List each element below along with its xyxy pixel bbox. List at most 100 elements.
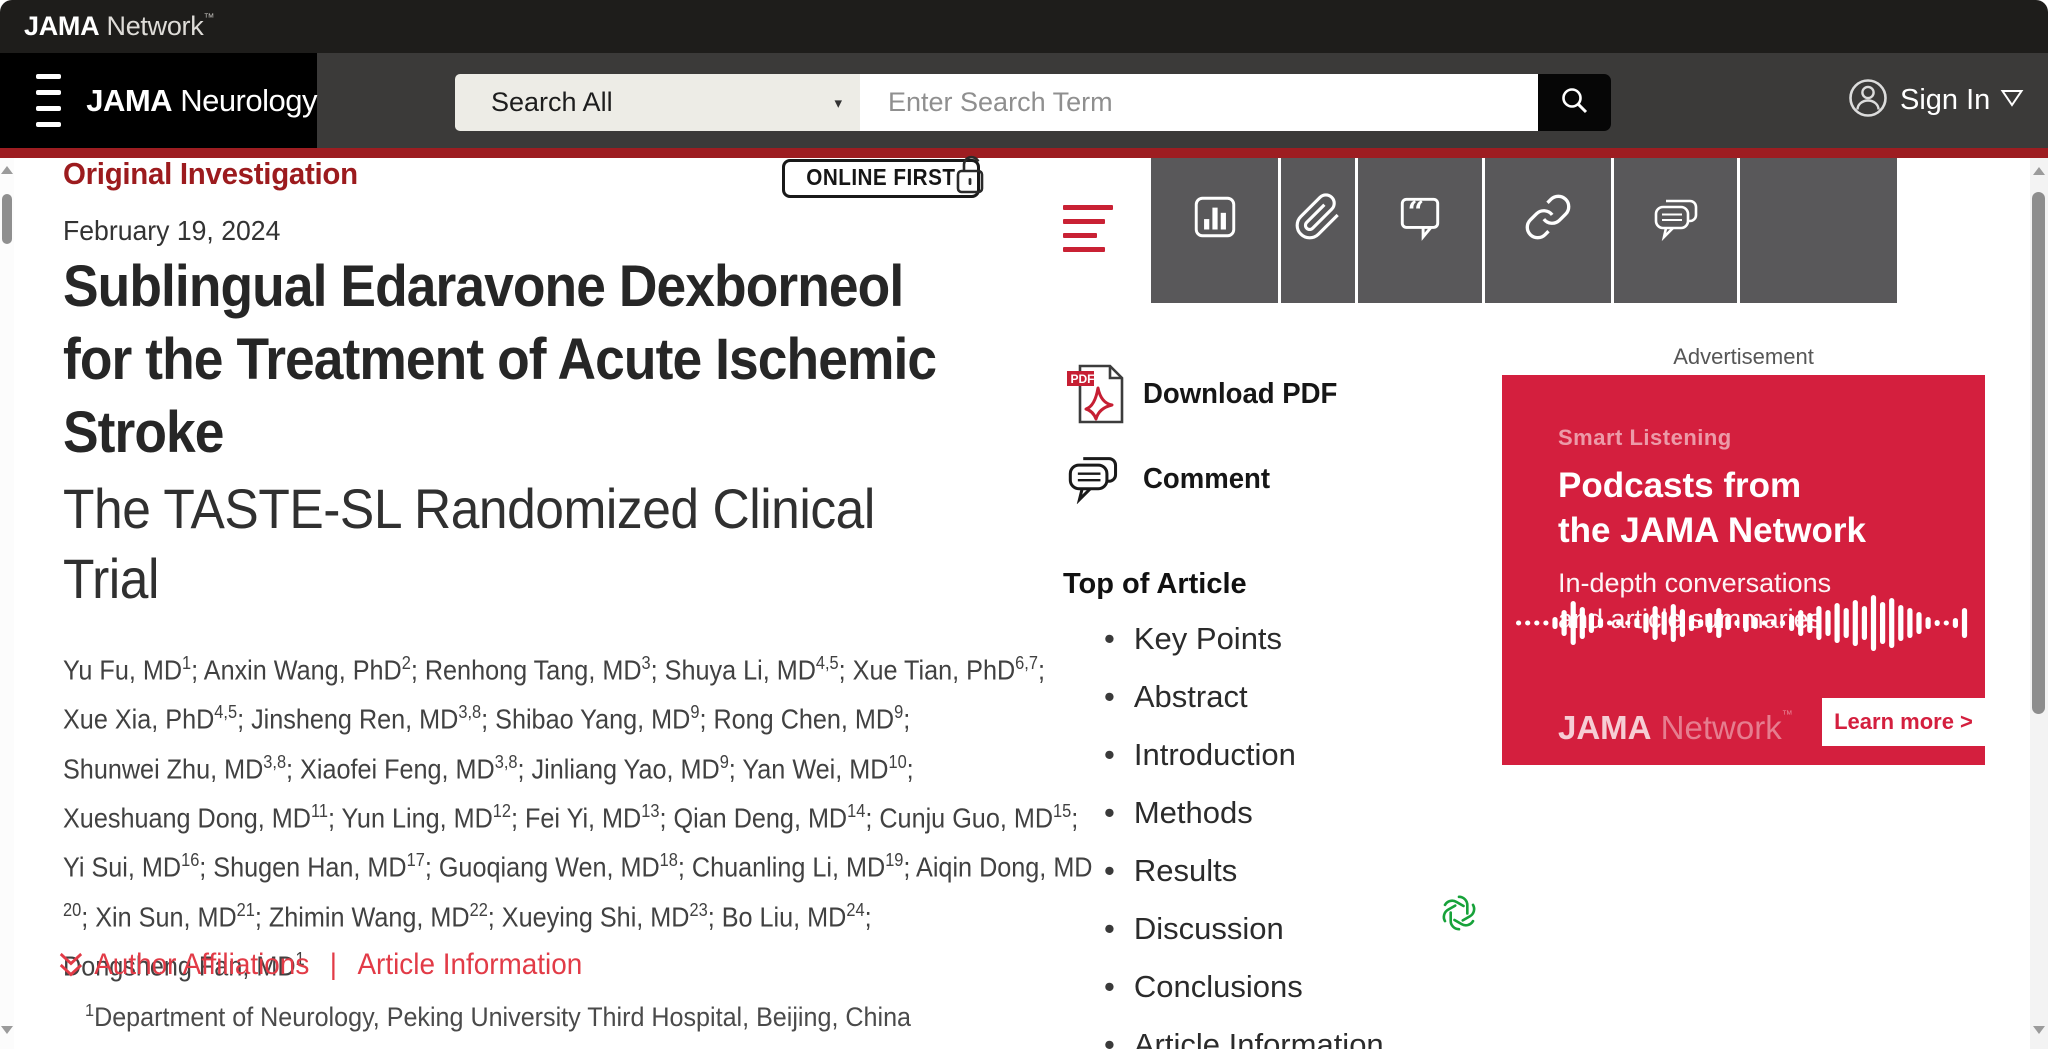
ad-brand-logo: JAMA Network™ xyxy=(1558,709,1793,747)
brand-tm: ™ xyxy=(203,12,214,24)
journal-header: JAMA Neurology xyxy=(0,53,317,148)
ad-title: Podcasts from the JAMA Network xyxy=(1558,463,1866,553)
ad-eyebrow: Smart Listening xyxy=(1558,425,1732,451)
bullet: • xyxy=(1104,912,1115,946)
article-nav-item-label: Abstract xyxy=(1134,680,1248,714)
scrollbar-up-icon[interactable] xyxy=(2033,167,2045,175)
quote-icon: “ xyxy=(1395,158,1445,303)
article-links-row: Author Affiliations | Article Informatio… xyxy=(57,948,582,982)
openai-icon[interactable] xyxy=(1438,892,1480,939)
search-filter-select[interactable]: Search All ▾ xyxy=(455,74,860,131)
search-input[interactable] xyxy=(860,74,1538,131)
article-nav-item-label: Results xyxy=(1134,854,1237,888)
article-nav-item[interactable]: • Discussion xyxy=(1104,912,1384,946)
article-nav-item[interactable]: • Methods xyxy=(1104,796,1384,830)
search-icon xyxy=(1559,85,1591,120)
toolbar-item-supplemental[interactable] xyxy=(1281,158,1355,303)
article-nav-item-label: Discussion xyxy=(1134,912,1284,946)
bar-chart-icon xyxy=(1190,158,1240,303)
article-nav-item[interactable]: • Introduction xyxy=(1104,738,1384,772)
svg-text:PDF: PDF xyxy=(1071,372,1095,386)
page-scrollbar[interactable] xyxy=(2030,158,2048,1049)
article-contents-button[interactable] xyxy=(1050,158,1151,303)
article-nav-item-label: Methods xyxy=(1134,796,1253,830)
article-title: Sublingual Edaravone Dexborneol for the … xyxy=(63,250,936,469)
brand-bold: JAMA xyxy=(24,11,99,41)
author-list: Yu Fu, MD1; Anxin Wang, PhD2; Renhong Ta… xyxy=(63,642,1093,987)
page: JAMA Network™ JAMA Neurology Search All … xyxy=(0,0,2048,1049)
links-separator: | xyxy=(330,948,337,982)
bullet: • xyxy=(1104,1028,1115,1049)
bullet: • xyxy=(1104,796,1115,830)
menu-icon[interactable] xyxy=(36,74,61,127)
jama-network-topbar: JAMA Network™ xyxy=(0,0,2048,53)
brand-rest: Network xyxy=(99,11,203,41)
pdf-icon[interactable]: PDF xyxy=(1066,362,1128,431)
scroll-down-icon[interactable] xyxy=(1,1026,13,1034)
download-pdf-button[interactable]: Download PDF xyxy=(1143,378,1337,411)
double-chevron-down-icon xyxy=(57,951,85,979)
header-navbar: JAMA Neurology Search All ▾ xyxy=(0,53,2048,148)
toolbar-item-comments[interactable] xyxy=(1614,158,1737,303)
author-affiliations-link[interactable]: Author Affiliations xyxy=(94,948,309,982)
ad-brand-rest: Network xyxy=(1652,709,1782,746)
chevron-down-icon: ▾ xyxy=(834,94,842,112)
sign-in-button[interactable]: Sign In xyxy=(1846,53,2024,148)
article-nav-item-label: Article Information xyxy=(1134,1028,1384,1049)
article-information-link[interactable]: Article Information xyxy=(357,948,582,982)
article-kicker[interactable]: Original Investigation xyxy=(63,156,358,192)
journal-logo[interactable]: JAMA Neurology xyxy=(86,83,317,119)
waveform-graphic xyxy=(1516,594,1971,652)
article-nav-item[interactable]: • Results xyxy=(1104,854,1384,888)
avatar-icon xyxy=(1846,76,1890,125)
online-first-badge: ONLINE FIRST xyxy=(782,159,980,198)
article-nav-item[interactable]: • Article Information xyxy=(1104,1028,1384,1049)
bullet: • xyxy=(1104,738,1115,772)
article-toolbar: “ xyxy=(1151,158,1897,303)
toolbar-item-figures[interactable] xyxy=(1151,158,1278,303)
article-nav-item[interactable]: • Conclusions xyxy=(1104,970,1384,1004)
paperclip-icon xyxy=(1293,158,1343,303)
article-nav-item[interactable]: •Abstract xyxy=(1104,680,1384,714)
article-nav-heading: Top of Article xyxy=(1063,568,1247,601)
footnote-text: Department of Neurology, Peking Universi… xyxy=(94,1002,911,1032)
contents-icon xyxy=(1063,205,1113,252)
comment-button[interactable]: Comment xyxy=(1143,463,1270,496)
bullet: • xyxy=(1104,622,1115,656)
sign-in-label: Sign In xyxy=(1900,84,1990,117)
article-subtitle: The TASTE-SL Randomized Clinical Trial xyxy=(63,474,875,614)
svg-text:“: “ xyxy=(1408,195,1425,229)
article-date: February 19, 2024 xyxy=(63,215,280,247)
search-filter-label: Search All xyxy=(491,87,613,118)
advertisement-label: Advertisement xyxy=(1502,344,1985,370)
toolbar-item-related[interactable] xyxy=(1485,158,1611,303)
comment-icon[interactable] xyxy=(1066,452,1122,509)
jama-network-logo[interactable]: JAMA Network™ xyxy=(24,11,214,42)
ad-brand-tm: ™ xyxy=(1782,709,1793,721)
article-nav-item-label: Conclusions xyxy=(1134,970,1303,1004)
article-nav-item[interactable]: • Key Points xyxy=(1104,622,1384,656)
article-nav-item-label: Key Points xyxy=(1134,622,1282,656)
toolbar-item-blank[interactable] xyxy=(1740,158,1897,303)
online-first-label: ONLINE FIRST xyxy=(806,164,955,191)
learn-more-button[interactable]: Learn more > xyxy=(1822,698,1985,746)
search-button[interactable] xyxy=(1538,74,1611,131)
left-scrollbar[interactable] xyxy=(0,158,14,1049)
bullet: • xyxy=(1104,854,1115,888)
bullet: • xyxy=(1104,970,1115,1004)
footnote-sup: 1 xyxy=(85,1000,94,1020)
left-scrollbar-thumb[interactable] xyxy=(2,194,12,244)
ad-brand-bold: JAMA xyxy=(1558,709,1652,746)
open-lock-icon xyxy=(952,153,988,202)
toolbar-item-quote[interactable]: “ xyxy=(1358,158,1482,303)
affiliation-footnote: 1Department of Neurology, Peking Univers… xyxy=(85,1000,911,1033)
scrollbar-down-icon[interactable] xyxy=(2033,1026,2045,1034)
scrollbar-thumb[interactable] xyxy=(2032,192,2045,714)
podcast-ad[interactable]: Smart Listening Podcasts from the JAMA N… xyxy=(1502,375,1985,765)
journal-rest: Neurology xyxy=(172,83,317,118)
article-nav-item-label: Introduction xyxy=(1134,738,1296,772)
article-nav-list: •Key Points•Abstract•Introduction•Method… xyxy=(1104,622,1384,1049)
comments-icon xyxy=(1650,158,1702,303)
link-icon xyxy=(1523,158,1573,303)
scroll-up-icon[interactable] xyxy=(1,166,13,174)
